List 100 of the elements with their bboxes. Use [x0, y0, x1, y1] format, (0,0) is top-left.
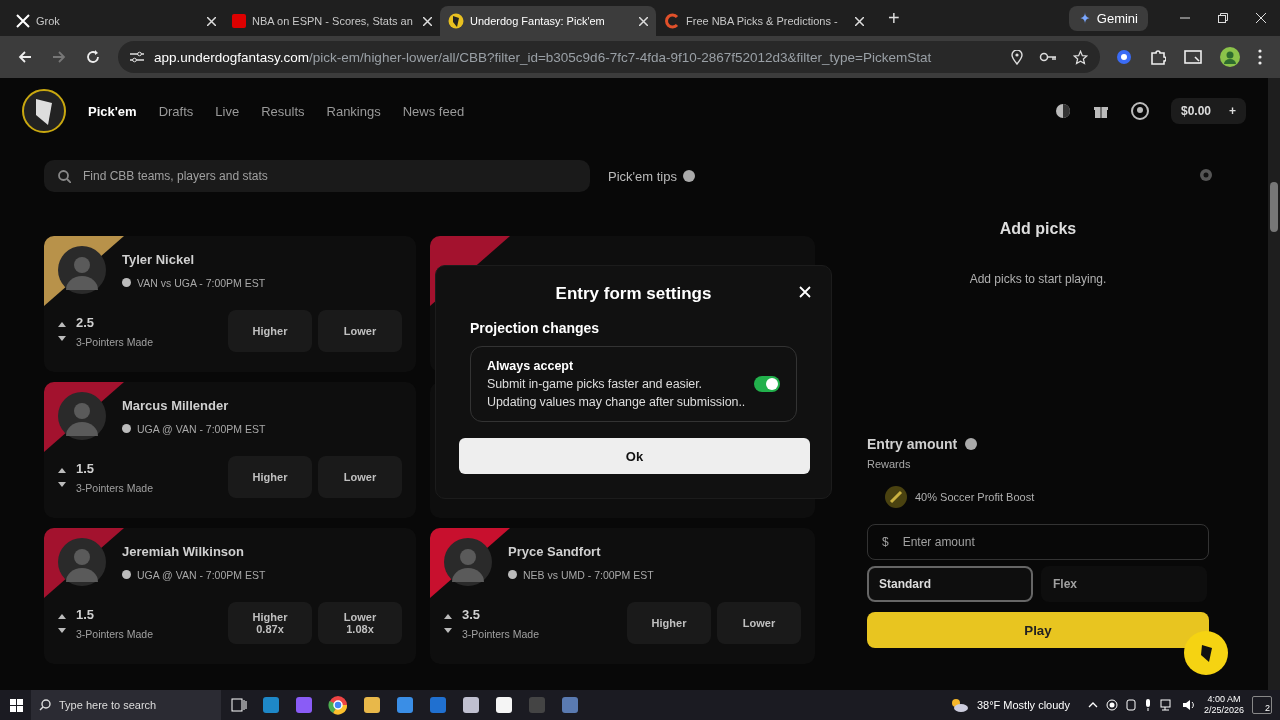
stat-name: 3-Pointers Made [76, 335, 154, 348]
scrollbar-thumb[interactable] [1270, 182, 1278, 232]
taskbar-search-field[interactable]: Type here to search [31, 690, 221, 720]
lower-button[interactable]: Lower 1.08x [318, 602, 402, 644]
chrome-icon[interactable] [328, 695, 348, 715]
browser-tab[interactable]: Free NBA Picks & Predictions - [656, 6, 872, 36]
game-info: VAN vs UGA - 7:00PM EST [137, 276, 266, 289]
browser-tab[interactable]: Underdog Fantasy: Pick'em [440, 6, 656, 36]
help-button[interactable] [1184, 631, 1228, 675]
extension-circle-icon[interactable] [1116, 49, 1132, 65]
search-icon [58, 169, 71, 183]
stat-line: 1.5 [76, 460, 96, 476]
game-info: UGA @ VAN - 7:00PM EST [137, 568, 266, 581]
nav-link[interactable]: Live [215, 103, 240, 119]
gemini-button[interactable]: Gemini [1068, 5, 1148, 31]
app-icon[interactable] [462, 696, 480, 714]
player-name: Jeremiah Wilkinson [122, 543, 245, 559]
clock-date[interactable]: 2/25/2026 [1203, 705, 1244, 716]
slip-subtitle: Add picks to start playing. [969, 272, 1107, 286]
chevron-up-icon[interactable] [58, 613, 66, 619]
forward-icon[interactable] [52, 50, 66, 64]
stat-name: 3-Pointers Made [76, 627, 154, 640]
player-avatar-icon [58, 538, 106, 586]
higher-button[interactable]: Higher [228, 310, 312, 352]
close-icon[interactable] [423, 16, 432, 26]
stat-name: 3-Pointers Made [76, 481, 154, 494]
side-panel-icon[interactable] [1184, 49, 1202, 65]
restore-icon[interactable] [1218, 13, 1228, 23]
clock-time[interactable]: 4:00 AM [1203, 694, 1244, 705]
chevron-up-icon[interactable] [58, 321, 66, 327]
weather-text[interactable]: 38°F Mostly cloudy [976, 699, 1070, 711]
higher-button[interactable]: Higher 0.87x [228, 602, 312, 644]
menu-icon[interactable] [1258, 49, 1262, 65]
url-text: app.underdogfantasy.com/pick-em/higher-lower/all/CBB?filter_id=b305c9d6-7fc7-4fda-9f10-2867f52012d3&filter_type=PickemStat [154, 49, 932, 65]
boost-label: 40% Soccer Profit Boost [915, 491, 1035, 503]
stat-line: 1.5 [76, 606, 96, 622]
player-avatar-icon [58, 246, 106, 294]
play-button[interactable]: Play [867, 612, 1209, 648]
close-icon[interactable] [1256, 13, 1266, 23]
star-icon[interactable] [1073, 49, 1088, 65]
nav-link[interactable]: Rankings [326, 103, 381, 119]
higher-button[interactable]: Higher [228, 456, 312, 498]
mode-tab[interactable]: Standard [867, 566, 1033, 602]
task-view-icon[interactable] [231, 698, 247, 712]
entry-amount-label: Entry amount [867, 436, 958, 452]
nav-link[interactable]: News feed [402, 103, 465, 119]
back-icon[interactable] [18, 50, 32, 64]
mode-tab[interactable]: Flex [1041, 566, 1207, 602]
basketball-icon [122, 570, 131, 579]
nav-link[interactable]: Drafts [158, 103, 194, 119]
search-field[interactable]: Find CBB teams, players and stats [44, 160, 591, 192]
chevron-up-icon[interactable] [444, 613, 452, 619]
chevron-down-icon[interactable] [58, 335, 66, 341]
reload-icon[interactable] [86, 50, 100, 64]
player-avatar-icon [444, 538, 492, 586]
dialog-title: Entry form settings [555, 284, 712, 304]
lower-button[interactable]: Lower [318, 310, 402, 352]
chevron-down-icon[interactable] [444, 627, 452, 633]
close-icon[interactable] [855, 16, 864, 26]
chevron-up-icon[interactable] [58, 467, 66, 473]
option-description: Submit in-game picks faster and easier. [487, 377, 703, 391]
stat-name: 3-Pointers Made [462, 627, 540, 640]
lower-button[interactable]: Lower [717, 602, 801, 644]
chevron-down-icon[interactable] [58, 481, 66, 487]
toggle-switch[interactable] [754, 376, 780, 392]
option-description: Updating values may change after submission.. [487, 395, 746, 409]
notifications-button[interactable]: 2 [1252, 696, 1272, 714]
info-icon [965, 438, 978, 450]
close-icon[interactable] [639, 16, 648, 26]
c-logo-icon [664, 13, 680, 29]
higher-button[interactable]: Higher [627, 602, 711, 644]
ok-button[interactable]: Ok [459, 438, 810, 474]
balance-button[interactable]: $0.00 + [1170, 98, 1246, 124]
new-tab-button[interactable]: + [884, 6, 904, 30]
profile-avatar-icon[interactable] [1220, 47, 1240, 67]
network-icon[interactable] [1159, 699, 1174, 711]
close-icon[interactable] [207, 16, 216, 26]
half-circle-icon[interactable] [1054, 103, 1071, 119]
browser-tab[interactable]: NBA on ESPN - Scores, Stats an [224, 6, 440, 36]
settings-icon[interactable] [1199, 168, 1213, 182]
amount-field[interactable]: $ Enter amount [867, 524, 1209, 560]
lower-button[interactable]: Lower [318, 456, 402, 498]
speaker-icon[interactable] [1181, 699, 1196, 711]
game-info: UGA @ VAN - 7:00PM EST [137, 422, 266, 435]
location-pin-icon[interactable] [1011, 49, 1023, 65]
browser-tab[interactable]: Grok [8, 6, 224, 36]
nav-link[interactable]: Pick'em [88, 103, 137, 119]
puzzle-icon[interactable] [1150, 49, 1166, 65]
windows-start-icon[interactable] [10, 698, 23, 712]
record-icon[interactable] [1105, 699, 1118, 711]
key-icon[interactable] [1039, 51, 1057, 63]
tips-link[interactable]: Pick'em tips [608, 168, 677, 184]
nav-link[interactable]: Results [261, 103, 305, 119]
app-icon[interactable] [495, 696, 513, 714]
x-logo-icon [16, 14, 30, 28]
basketball-icon [122, 278, 131, 287]
chevron-down-icon[interactable] [58, 627, 66, 633]
site-settings-icon[interactable] [130, 51, 144, 63]
chevron-up-icon[interactable] [1087, 702, 1098, 708]
address-bar[interactable]: app.underdogfantasy.com/pick-em/higher-lower/all/CBB?filter_id=b305c9d6-7fc7-4fda-9f10-2867f52012d3&filter_type=PickemStat [118, 41, 1100, 73]
